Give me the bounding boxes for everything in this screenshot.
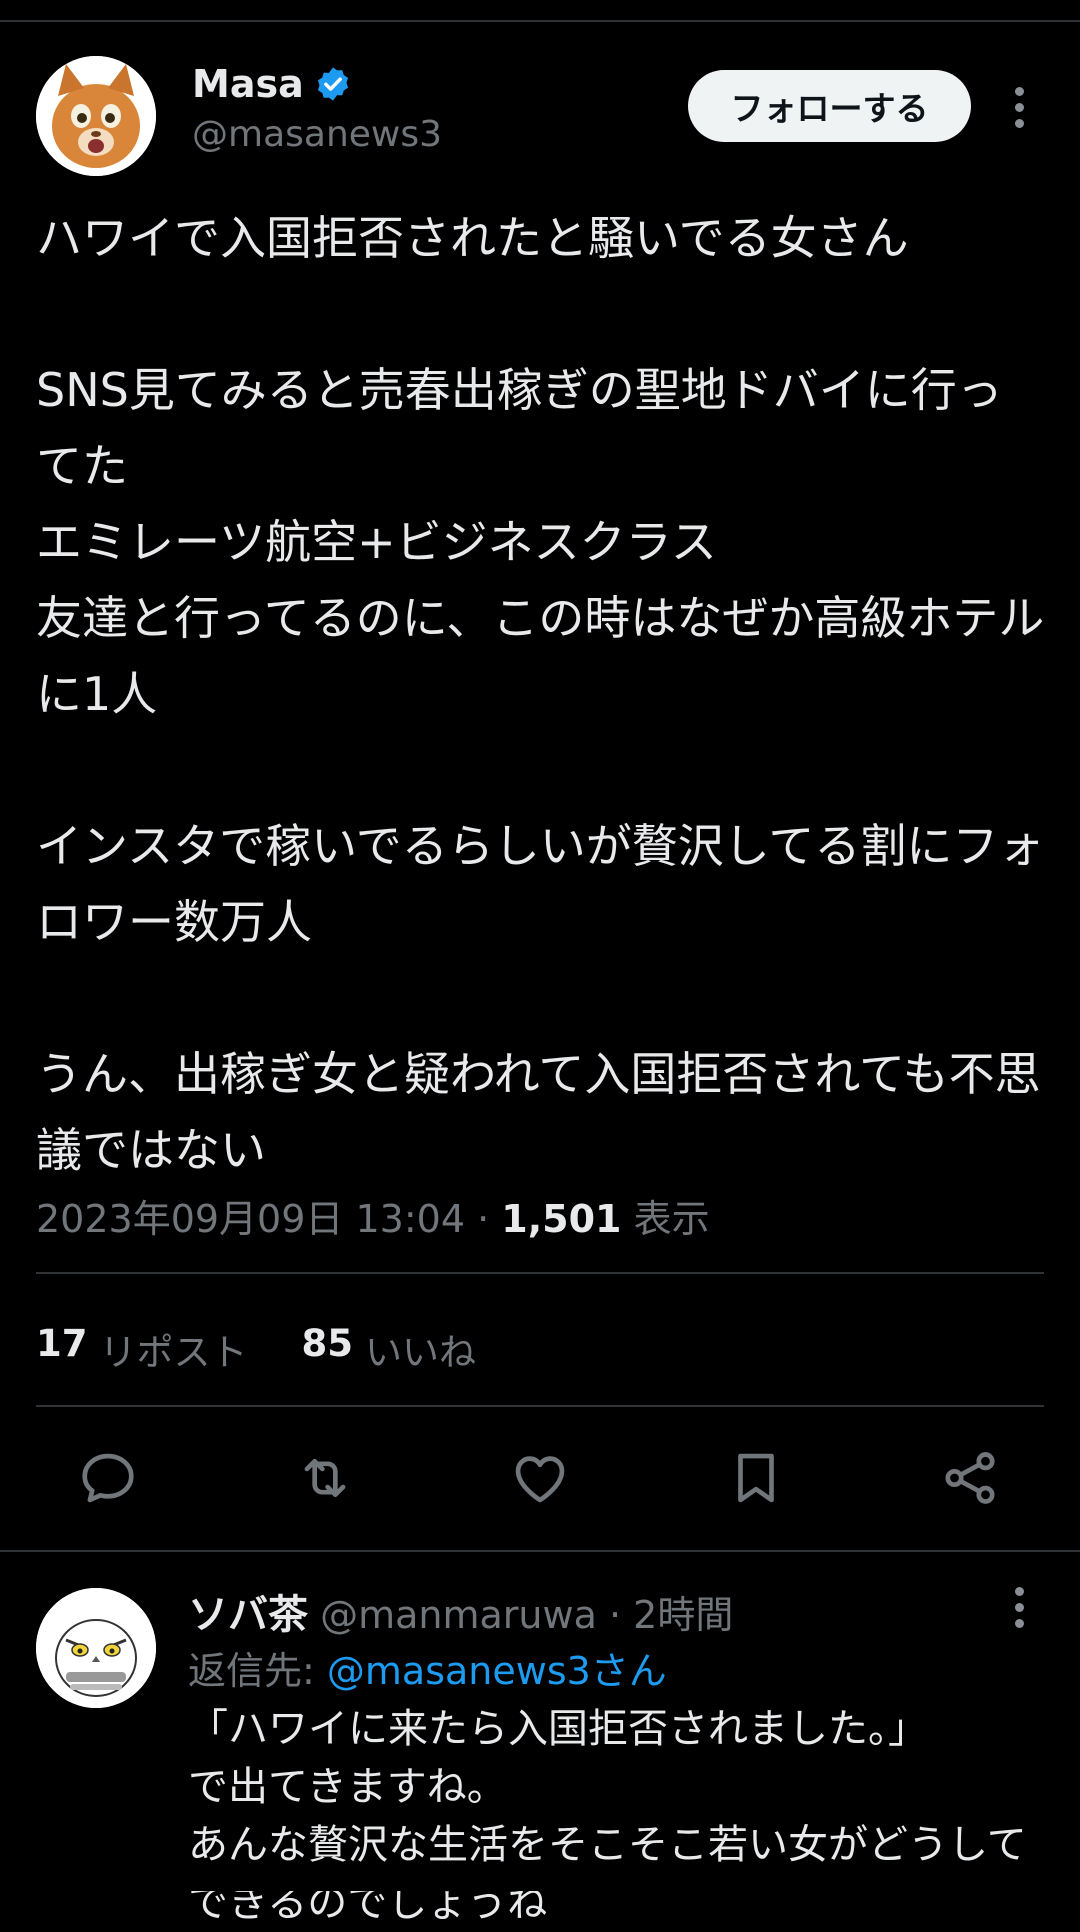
meta-separator: · <box>465 1197 502 1241</box>
author-name-row[interactable]: Masa <box>192 62 352 106</box>
reply-header: ソバ茶 @manmaruwa · 2時間 <box>188 1582 733 1640</box>
repost-icon[interactable] <box>285 1438 365 1518</box>
more-options-icon[interactable] <box>1004 1582 1034 1632</box>
tweet-text: ハワイで入国拒否されたと騒いでる女さん SNS見てみると売春出稼ぎの聖地ドバイに… <box>36 211 1045 1177</box>
reply-to-mention[interactable]: @masanews3さん <box>327 1649 667 1693</box>
bottom-edge <box>0 1876 1080 1891</box>
more-options-icon[interactable] <box>1004 82 1034 132</box>
likes-label[interactable]: いいね <box>365 1322 476 1376</box>
timestamp[interactable]: 2023年09月09日 13:04 <box>36 1197 465 1241</box>
reposts-count[interactable]: 17 <box>36 1322 88 1376</box>
reply-author-handle[interactable]: @manmaruwa <box>320 1593 597 1637</box>
author-avatar[interactable] <box>36 56 156 176</box>
views-count: 1,501 <box>501 1197 622 1241</box>
share-icon[interactable] <box>930 1438 1010 1518</box>
bookmark-icon[interactable] <box>716 1438 796 1518</box>
reply-time[interactable]: 2時間 <box>633 1593 733 1637</box>
reply-text: 「ハワイに来たら入国拒否されました。」 で出てきますね。 あんな贅沢な生活をそこ… <box>188 1706 1027 1926</box>
reply-icon[interactable] <box>68 1438 148 1518</box>
action-bar <box>0 1438 1080 1518</box>
reply-author-avatar[interactable] <box>36 1588 156 1708</box>
author-name[interactable]: Masa <box>192 62 304 106</box>
reply-to-line: 返信先: @masanews3さん <box>188 1640 667 1695</box>
reply-to-prefix: 返信先: <box>188 1649 327 1693</box>
divider <box>36 1405 1044 1407</box>
verified-badge-icon <box>314 65 352 103</box>
reply-author-name[interactable]: ソバ茶 <box>188 1592 308 1638</box>
reposts-label[interactable]: リポスト <box>100 1322 248 1376</box>
divider <box>36 1272 1044 1274</box>
engagement-stats: 17 リポスト 85 いいね <box>36 1322 476 1376</box>
views-label: 表示 <box>633 1197 710 1241</box>
likes-count[interactable]: 85 <box>302 1322 354 1376</box>
author-handle[interactable]: @masanews3 <box>192 114 442 155</box>
section-divider <box>0 1550 1080 1552</box>
follow-button[interactable]: フォローする <box>688 70 971 142</box>
reply-separator: · <box>608 1593 622 1637</box>
heart-icon[interactable] <box>500 1438 580 1518</box>
tweet-meta: 2023年09月09日 13:04 · 1,501 表示 <box>36 1188 710 1243</box>
top-divider <box>0 20 1080 22</box>
